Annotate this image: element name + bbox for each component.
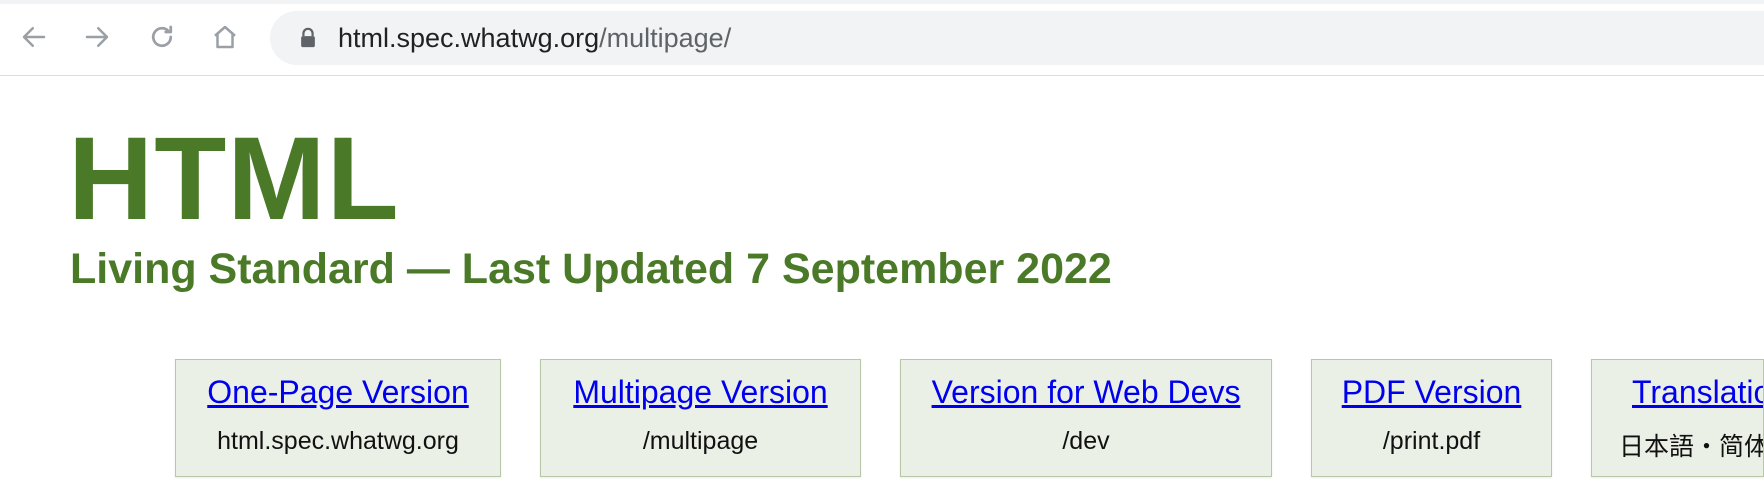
- back-button[interactable]: [13, 16, 55, 58]
- one-page-version-path: html.spec.whatwg.org: [217, 427, 459, 455]
- browser-toolbar: html.spec.whatwg.org/multipage/: [0, 0, 1764, 76]
- web-devs-version-path: /dev: [1062, 427, 1110, 455]
- lock-icon[interactable]: [297, 27, 319, 49]
- version-card-dev: Version for Web Devs /dev: [900, 359, 1272, 477]
- one-page-version-link[interactable]: One-Page Version: [176, 374, 500, 411]
- translations-link[interactable]: Translatio: [1592, 374, 1763, 411]
- pdf-version-link[interactable]: PDF Version: [1312, 374, 1551, 411]
- tab-strip-edge: [0, 0, 1764, 4]
- version-card-pdf: PDF Version /print.pdf: [1311, 359, 1552, 477]
- version-card-multipage: Multipage Version /multipage: [540, 359, 861, 477]
- page-content: HTML Living Standard — Last Updated 7 Se…: [0, 76, 1764, 498]
- reload-icon: [151, 25, 173, 48]
- reload-button[interactable]: [141, 16, 183, 58]
- web-devs-version-link[interactable]: Version for Web Devs: [901, 374, 1271, 411]
- arrow-right-icon: [85, 27, 109, 47]
- multipage-version-path: /multipage: [642, 427, 759, 455]
- pdf-version-path: /print.pdf: [1382, 427, 1481, 455]
- translations-languages: 日本語・简体: [1619, 433, 1764, 461]
- url-host: html.spec.whatwg.org: [338, 23, 600, 53]
- version-card-translations: Translatio 日本語・简体: [1591, 359, 1764, 477]
- home-button[interactable]: [204, 16, 246, 58]
- forward-button[interactable]: [76, 16, 118, 58]
- address-bar[interactable]: html.spec.whatwg.org/multipage/: [270, 11, 1764, 65]
- url-path: /multipage/: [599, 23, 732, 53]
- url-text[interactable]: html.spec.whatwg.org/multipage/: [338, 11, 731, 65]
- page-title: HTML: [68, 113, 400, 245]
- multipage-version-link[interactable]: Multipage Version: [541, 374, 860, 411]
- version-card-one-page: One-Page Version html.spec.whatwg.org: [175, 359, 501, 477]
- home-icon: [214, 25, 236, 49]
- arrow-left-icon: [22, 27, 46, 47]
- page-subtitle: Living Standard — Last Updated 7 Septemb…: [70, 245, 1112, 293]
